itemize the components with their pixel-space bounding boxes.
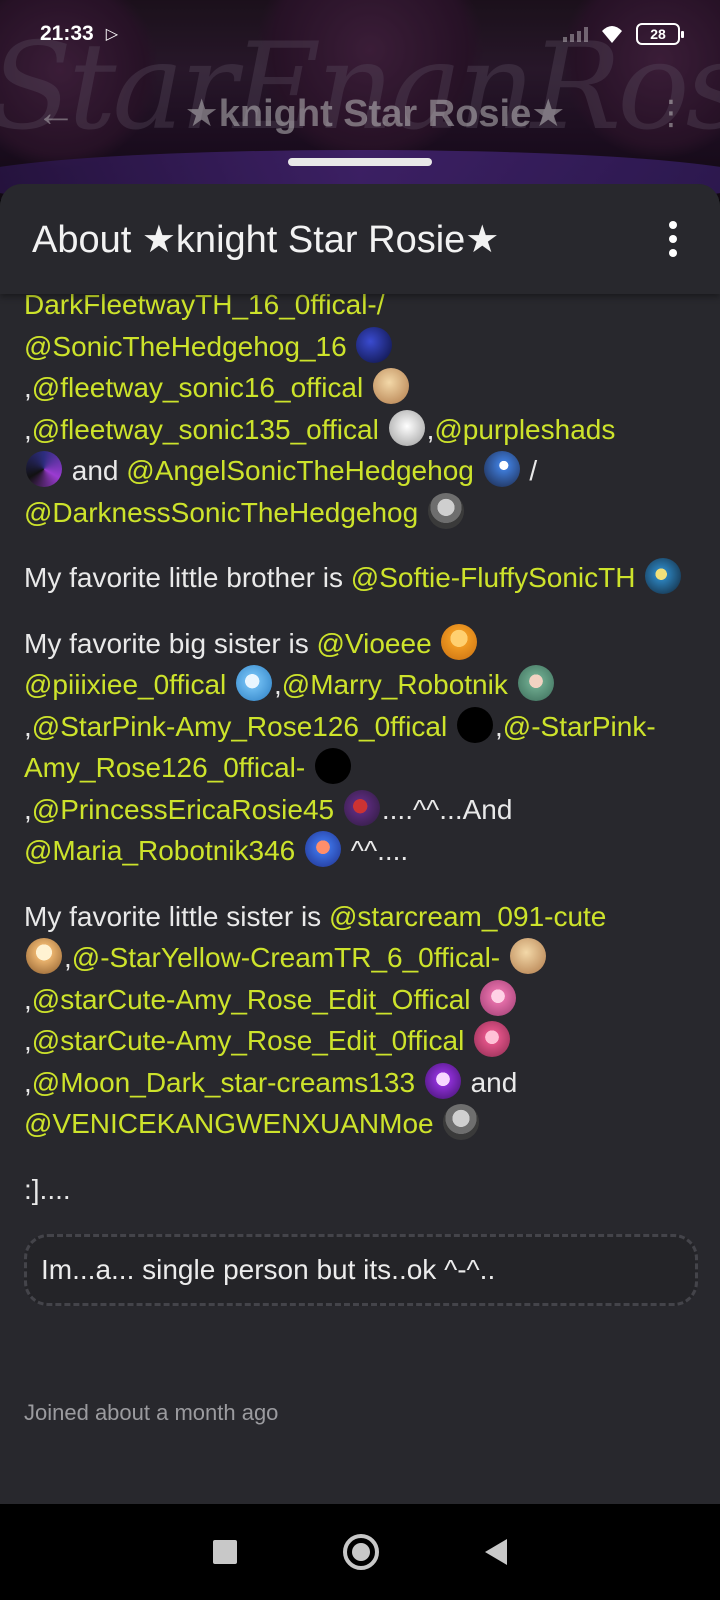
avatar[interactable] [424,1062,461,1099]
sheet-header: About ★knight Star Rosie★ [0,184,720,294]
avatar[interactable] [509,938,546,974]
status-time: 21:33 [40,22,94,45]
mention-link[interactable]: @Marry_Robotnik [282,669,508,700]
quote-block: Im...a... single person but its..ok ^-^.… [24,1234,698,1306]
profile-top-bar: ← ★knight Star Rosie★ ⋮ [0,78,720,148]
mention-link[interactable]: @PrincessEricaRosie45 [32,794,334,825]
mention-link[interactable]: @SonicTheHedgehog_16 [24,331,347,362]
avatar[interactable] [443,1104,480,1140]
mention-link[interactable]: @Maria_Robotnik346 [24,835,295,866]
mention-link[interactable]: @VENICEKANGWENXUANMoe [24,1108,434,1139]
avatar[interactable] [474,1021,511,1057]
avatar[interactable] [427,492,464,529]
bio-paragraph-3: My favorite big sister is @Vioeee @piiix… [24,623,704,872]
mention-link[interactable]: @DarknessSonicTheHedgehog [24,497,418,528]
mention-link[interactable]: @purpleshads [434,414,615,445]
avatar[interactable] [645,558,682,594]
avatar[interactable] [26,938,62,974]
more-options-icon[interactable]: ⋮ [654,93,688,133]
back-arrow-icon[interactable]: ← [36,91,96,136]
avatar[interactable] [343,789,380,826]
mention-link[interactable]: @starCute-Amy_Rose_Edit_Offical [32,984,471,1015]
quote-text: Im...a... single person but its..ok ^-^.… [41,1254,496,1286]
sheet-title: About ★knight Star Rosie★ [32,218,500,261]
mention-link[interactable]: @Softie-FluffySonicTH [351,562,636,593]
wifi-icon [602,26,622,43]
avatar[interactable] [26,451,62,487]
bio-paragraph-5: :].... [24,1173,71,1205]
avatar[interactable] [314,748,351,784]
status-bar: 21:33 ▷ 28 [0,0,720,68]
mention-link[interactable]: @piiixiee_0ffical [24,669,226,700]
avatar[interactable] [388,409,425,446]
avatar[interactable] [517,665,554,701]
avatar[interactable] [480,979,517,1016]
bio-paragraph-1: DarkFleetwayTH_16_0ffical-/ @SonicTheHed… [24,289,616,529]
avatar[interactable] [441,623,478,660]
avatar[interactable] [305,831,342,867]
mention-link[interactable]: @AngelSonicTheHedgehog [126,455,474,486]
profile-title: ★knight Star Rosie★ [184,92,566,135]
play-icon: ▷ [105,26,119,43]
avatar[interactable] [236,665,273,701]
avatar[interactable] [457,706,493,743]
avatar[interactable] [483,451,520,487]
avatar[interactable] [373,368,409,404]
avatar[interactable] [356,326,393,363]
mention-link[interactable]: @Vioeee [317,628,432,659]
system-nav-bar [0,1504,720,1600]
signal-icon [563,26,588,42]
mention-link[interactable]: @StarPink-Amy_Rose126_0ffical [32,711,447,742]
sheet-menu-icon[interactable] [658,221,688,257]
mention-link[interactable]: @Moon_Dark_star-creams133 [32,1067,415,1098]
home-icon[interactable] [343,1534,379,1570]
battery-level: 28 [650,26,666,42]
joined-date: Joined about a month ago [24,1400,279,1425]
back-triangle-icon[interactable] [485,1539,507,1565]
battery-icon: 28 [636,23,684,45]
mention-link[interactable]: @-StarYellow-CreamTR_6_0ffical- [72,942,500,973]
mention-link[interactable]: @fleetway_sonic135_offical [32,414,379,445]
mention-link[interactable]: @starcream_091-cute [329,901,606,932]
recent-apps-icon[interactable] [213,1540,237,1564]
mention-link[interactable]: @fleetway_sonic16_offical [32,372,363,403]
mention-link[interactable]: @starCute-Amy_Rose_Edit_0ffical [32,1025,465,1056]
about-sheet: About ★knight Star Rosie★ DarkFleetwayTH… [0,184,720,1504]
bio-paragraph-2: My favorite little brother is @Softie-Fl… [24,557,704,599]
bio-content: DarkFleetwayTH_16_0ffical-/ @SonicTheHed… [24,284,704,1434]
sheet-drag-handle[interactable] [288,158,432,166]
bio-paragraph-4: My favorite little sister is @starcream_… [24,900,607,1140]
